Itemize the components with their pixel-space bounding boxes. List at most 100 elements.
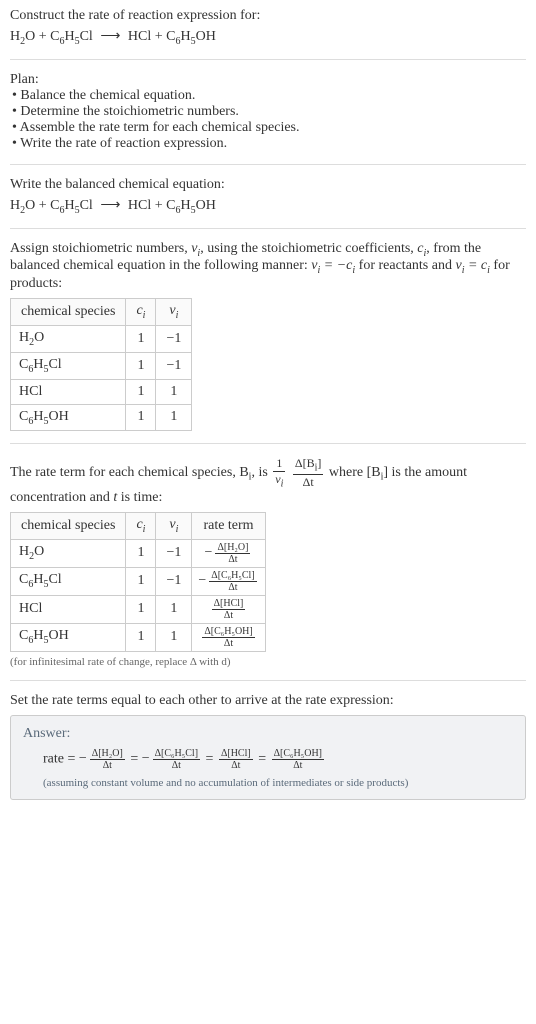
species-cell: C6H5Cl xyxy=(11,567,126,595)
text: = −c xyxy=(320,258,352,273)
numerator: Δ[C₆H₅Cl] xyxy=(153,748,200,760)
table-header: chemical species xyxy=(11,512,126,539)
table-row: C6H5Cl 1 −1 −Δ[C₆H₅Cl]Δt xyxy=(11,567,266,595)
text: C xyxy=(19,357,28,372)
nu-cell: −1 xyxy=(156,539,192,567)
section-rateterm: The rate term for each chemical species,… xyxy=(10,456,526,680)
rateterm-note: (for infinitesimal rate of change, repla… xyxy=(10,656,526,668)
eq-text: H xyxy=(64,29,74,44)
plan-item: • Write the rate of reaction expression. xyxy=(12,136,526,152)
table-header: νi xyxy=(156,512,192,539)
c-cell: 1 xyxy=(126,539,156,567)
section-plan: Plan: • Balance the chemical equation. •… xyxy=(10,72,526,165)
text: , is xyxy=(251,465,271,480)
eq-text: HCl + C xyxy=(128,29,176,44)
denominator: Δt xyxy=(202,638,254,649)
text: Cl xyxy=(48,357,61,372)
fraction: Δ[C₆H₅Cl]Δt xyxy=(153,748,200,771)
nu-cell: 1 xyxy=(156,595,192,623)
construct-title: Construct the rate of reaction expressio… xyxy=(10,8,526,24)
sub: i xyxy=(143,310,146,321)
table-header: rate term xyxy=(192,512,265,539)
minus-icon: − xyxy=(79,751,87,766)
minus-icon: − xyxy=(198,573,206,588)
c-cell: 1 xyxy=(126,595,156,623)
table-header: νi xyxy=(156,299,192,326)
stoich-table: chemical species ci νi H2O 1 −1 C6H5Cl 1… xyxy=(10,298,192,431)
eq-text: O + C xyxy=(25,198,59,213)
table-header-row: chemical species ci νi rate term xyxy=(11,512,266,539)
text: Cl xyxy=(48,572,61,587)
numerator: Δ[HCl] xyxy=(219,748,253,760)
c-cell: 1 xyxy=(126,352,156,379)
text: H xyxy=(33,357,43,372)
fraction: Δ[C₆H₅OH]Δt xyxy=(202,626,254,649)
text: O xyxy=(34,330,44,345)
answer-box: Answer: rate = −Δ[H₂O]Δt = −Δ[C₆H₅Cl]Δt … xyxy=(10,715,526,800)
text: is time: xyxy=(117,490,162,505)
c-cell: 1 xyxy=(126,404,156,431)
fraction: Δ[H₂O]Δt xyxy=(90,748,125,771)
balanced-title: Write the balanced chemical equation: xyxy=(10,177,526,193)
numerator: Δ[C₆H₅OH] xyxy=(202,626,254,638)
rateterm-cell: −Δ[H₂O]Δt xyxy=(192,539,265,567)
sub: i xyxy=(176,310,179,321)
table-row: HCl 1 1 xyxy=(11,379,192,404)
text: O xyxy=(34,544,44,559)
table-row: H2O 1 −1 −Δ[H₂O]Δt xyxy=(11,539,266,567)
text: where [B xyxy=(329,465,381,480)
answer-title: Set the rate terms equal to each other t… xyxy=(10,693,526,709)
text: H xyxy=(33,628,43,643)
table-row: C6H5Cl 1 −1 xyxy=(11,352,192,379)
eq-text: HCl + C xyxy=(128,198,176,213)
fraction: Δ[HCl]Δt xyxy=(212,598,246,621)
denominator: Δt xyxy=(153,760,200,771)
text: Assign stoichiometric numbers, xyxy=(10,241,191,256)
numerator: Δ[C₆H₅OH] xyxy=(272,748,324,760)
rateterm-text: The rate term for each chemical species,… xyxy=(10,456,526,505)
table-row: HCl 1 1 Δ[HCl]Δt xyxy=(11,595,266,623)
sub: i xyxy=(176,524,179,535)
plan-item: • Determine the stoichiometric numbers. xyxy=(12,104,526,120)
text: H xyxy=(33,409,43,424)
text: C xyxy=(19,572,28,587)
c-cell: 1 xyxy=(126,567,156,595)
construct-equation: H2O + C6H5Cl ⟶ HCl + C6H5OH xyxy=(10,28,526,47)
nu-cell: 1 xyxy=(156,623,192,651)
text: H xyxy=(19,544,29,559)
section-stoich: Assign stoichiometric numbers, νi, using… xyxy=(10,241,526,445)
species-cell: C6H5Cl xyxy=(11,352,126,379)
rateterm-cell: −Δ[C₆H₅Cl]Δt xyxy=(192,567,265,595)
eq-text: H xyxy=(64,198,74,213)
fraction: 1νi xyxy=(273,456,285,489)
answer-rate-expression: rate = −Δ[H₂O]Δt = −Δ[C₆H₅Cl]Δt = Δ[HCl]… xyxy=(43,748,513,771)
c-cell: 1 xyxy=(126,623,156,651)
fraction: Δ[HCl]Δt xyxy=(219,748,253,771)
table-header: ci xyxy=(126,299,156,326)
minus-icon: − xyxy=(142,751,150,766)
numerator: Δ[Bi] xyxy=(293,456,324,474)
equals-icon: = xyxy=(202,751,217,766)
eq-text: Cl xyxy=(80,198,93,213)
stoich-text: Assign stoichiometric numbers, νi, using… xyxy=(10,241,526,293)
arrow-icon: ⟶ xyxy=(100,197,120,214)
species-cell: C6H5OH xyxy=(11,623,126,651)
numerator: Δ[C₆H₅Cl] xyxy=(209,570,256,582)
equals-icon: = xyxy=(127,751,142,766)
denominator: Δt xyxy=(209,582,256,593)
minus-icon: − xyxy=(205,545,213,560)
plan-item: • Assemble the rate term for each chemic… xyxy=(12,120,526,136)
denominator: Δt xyxy=(219,760,253,771)
c-cell: 1 xyxy=(126,379,156,404)
table-row: C6H5OH 1 1 Δ[C₆H₅OH]Δt xyxy=(11,623,266,651)
fraction: Δ[H₂O]Δt xyxy=(215,542,250,565)
balanced-equation: H2O + C6H5Cl ⟶ HCl + C6H5OH xyxy=(10,197,526,216)
rateterm-table: chemical species ci νi rate term H2O 1 −… xyxy=(10,512,266,652)
table-header-row: chemical species ci νi xyxy=(11,299,192,326)
section-construct: Construct the rate of reaction expressio… xyxy=(10,8,526,60)
eq-h: H xyxy=(10,29,20,44)
text: OH xyxy=(48,409,68,424)
rate-text: rate = xyxy=(43,751,79,766)
denominator: νi xyxy=(273,472,285,489)
section-balanced: Write the balanced chemical equation: H2… xyxy=(10,177,526,229)
